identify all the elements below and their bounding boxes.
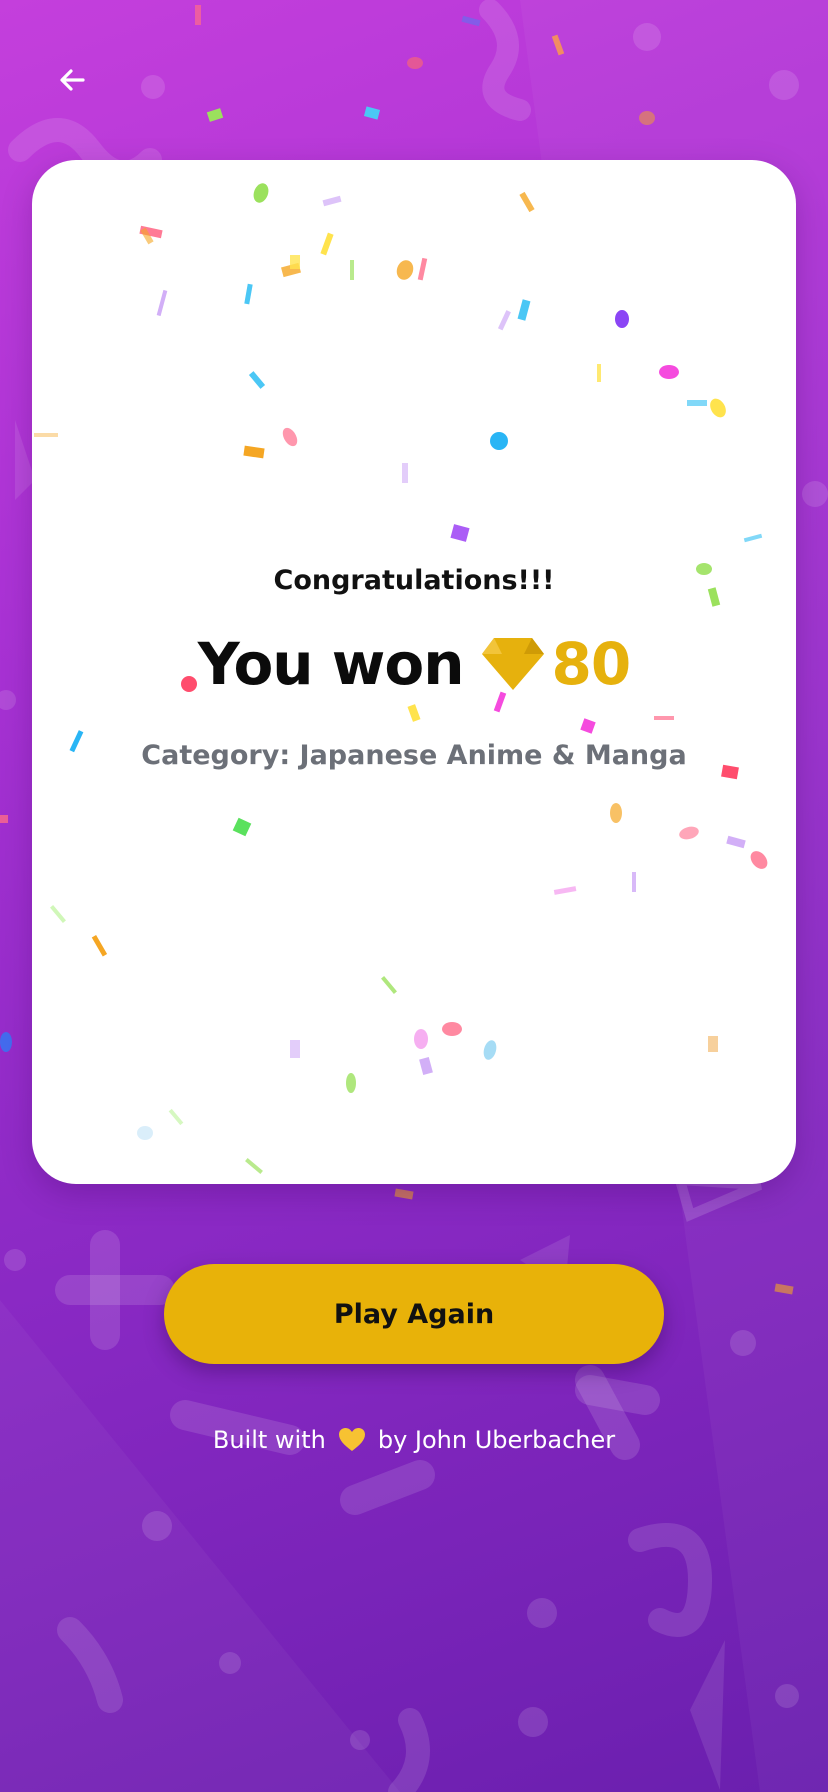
reward-summary: You won 80 xyxy=(32,630,796,698)
footer-credit: Built with by John Uberbacher xyxy=(0,1426,828,1454)
diamond-icon xyxy=(481,638,544,690)
yellow-heart-icon xyxy=(338,1428,365,1451)
back-button[interactable] xyxy=(50,62,94,98)
reward-amount: 80 xyxy=(551,630,632,698)
result-card: Congratulations!!! You won 80 Category: … xyxy=(32,160,796,1184)
footer-prefix: Built with xyxy=(212,1426,326,1454)
arrow-left-icon xyxy=(60,69,85,91)
congrats-title: Congratulations!!! xyxy=(273,565,555,596)
won-label: You won xyxy=(197,630,465,698)
play-again-button[interactable]: Play Again xyxy=(164,1264,664,1364)
category-label: Category: Japanese Anime & Manga xyxy=(141,740,687,771)
footer-author: by John Uberbacher xyxy=(377,1426,616,1454)
